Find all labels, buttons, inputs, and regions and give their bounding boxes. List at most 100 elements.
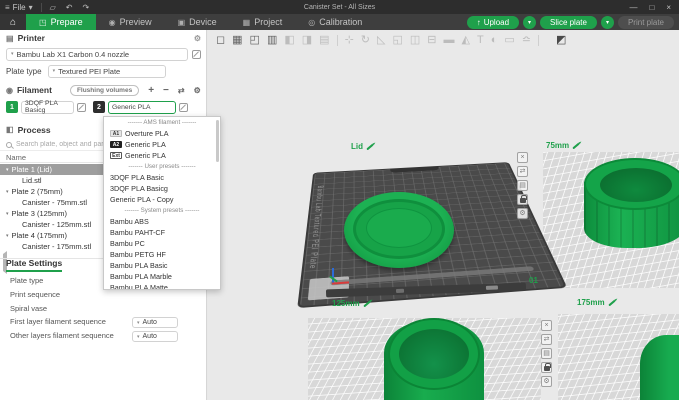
dropdown-item-bambu-paht-cf[interactable]: Bambu PAHT-CF [104, 227, 220, 238]
print-options-dropdown[interactable]: ▾ [601, 16, 614, 29]
dropdown-item-bambu-pla-marble[interactable]: Bambu PLA Marble [104, 271, 220, 282]
layers-icon[interactable]: ▤ [319, 33, 329, 47]
filament-1-name[interactable]: 3DQF PLA Basicg [21, 101, 74, 114]
first-layer-sequence-select[interactable]: ▾ Auto [132, 317, 178, 328]
other-layers-sequence-select[interactable]: ▾ Auto [132, 331, 178, 342]
edit-printer-icon[interactable] [192, 50, 201, 59]
tab-label: Prepare [51, 17, 83, 27]
plate-lock-icon[interactable] [541, 362, 552, 373]
paste-icon[interactable]: ◨ [302, 33, 312, 47]
file-menu[interactable]: ≡ File ▾ [0, 0, 38, 14]
printer-settings-gear-icon[interactable]: ⚙ [194, 34, 201, 43]
edit-plate-name-icon[interactable] [572, 142, 579, 149]
copy-icon[interactable]: ◧ [284, 33, 294, 47]
flatten-icon[interactable]: ◱ [392, 33, 402, 47]
text-tool-icon[interactable]: T [477, 33, 484, 47]
assembly-view-icon[interactable]: ◩ [556, 33, 566, 47]
new-project-button[interactable]: ▱ [45, 0, 61, 14]
split-objects-icon[interactable]: ◫ [410, 33, 420, 47]
dropdown-item-generic-pla-copy[interactable]: Generic PLA - Copy [104, 194, 220, 205]
flushing-volumes-button[interactable]: Flushing volumes [70, 85, 139, 96]
process-icon: ◧ [6, 125, 14, 134]
upload-button[interactable]: ↑ Upload [467, 16, 519, 29]
scale-icon[interactable]: ◺ [377, 33, 385, 47]
edit-filament-1-icon[interactable] [77, 103, 86, 112]
dropdown-scrollbar[interactable] [216, 120, 219, 162]
add-object-icon[interactable]: ◻ [216, 33, 225, 47]
tab-device[interactable]: ▣ Device [165, 14, 230, 30]
upload-icon: ↑ [477, 18, 481, 27]
undo-icon: ↶ [66, 3, 73, 12]
model-lid[interactable] [344, 192, 454, 268]
redo-button[interactable]: ↷ [77, 0, 94, 14]
mesh-boolean-icon[interactable]: ◭ [462, 33, 470, 47]
dropdown-item-generic-pla-a2[interactable]: A2 Generic PLA [104, 139, 220, 150]
edit-plate-name-icon[interactable] [363, 300, 370, 307]
plate-label-125mm[interactable]: 125mm [332, 299, 371, 308]
print-plate-button[interactable]: Print plate [618, 16, 674, 29]
dropdown-group-user: ------- User presets ------- [104, 161, 220, 172]
tab-project[interactable]: ▦ Project [230, 14, 296, 30]
paint-tool-icon[interactable]: ◐ [491, 33, 498, 47]
dropdown-item-overture-pla[interactable]: A1 Overture PLA [104, 128, 220, 139]
plate-type-select[interactable]: ▾ Textured PEI Plate [48, 65, 166, 78]
dropdown-item-generic-pla-ext[interactable]: Ext Generic PLA [104, 150, 220, 161]
rotate-icon[interactable]: ↻ [361, 33, 370, 47]
plate-label-75mm[interactable]: 75mm [546, 141, 580, 150]
slice-plate-label: Slice plate [550, 18, 587, 27]
arrange-icon[interactable]: ▥ [267, 33, 277, 47]
undo-button[interactable]: ↶ [61, 0, 78, 14]
dropdown-item-bambu-abs[interactable]: Bambu ABS [104, 216, 220, 227]
variable-layer-height-icon[interactable]: ▬ [444, 33, 455, 47]
dropdown-item-bambu-pla-basic[interactable]: Bambu PLA Basic [104, 260, 220, 271]
filament-settings-gear-icon[interactable]: ⚙ [194, 86, 201, 95]
tab-preview[interactable]: ◉ Preview [96, 14, 165, 30]
tab-prepare[interactable]: ◳ Prepare [26, 14, 96, 30]
move-icon[interactable]: ⊹ [345, 33, 354, 47]
close-button[interactable]: × [666, 3, 671, 12]
edit-plate-name-icon[interactable] [366, 143, 373, 150]
dropdown-item-3dqf-basicg[interactable]: 3DQF PLA Basicg [104, 183, 220, 194]
plate-settings-icon[interactable]: ▤ [541, 348, 552, 359]
auto-orient-icon[interactable]: ◰ [250, 33, 260, 47]
dropdown-item-bambu-pc[interactable]: Bambu PC [104, 238, 220, 249]
home-button[interactable]: ⌂ [0, 14, 26, 30]
plate-settings-icon[interactable]: ▤ [517, 180, 528, 191]
plate-arrange-icon[interactable]: ⇄ [517, 166, 528, 177]
edit-plate-name-icon[interactable] [608, 299, 615, 306]
sync-filament-icon[interactable]: ⇄ [178, 86, 185, 95]
filament-1-swatch[interactable]: 1 [6, 101, 18, 113]
plate-lock-icon[interactable] [517, 194, 528, 205]
dropdown-item-3dqf-basic[interactable]: 3DQF PLA Basic [104, 172, 220, 183]
dropdown-group-system: ------- System presets ------- [104, 205, 220, 216]
minimize-button[interactable]: — [629, 3, 637, 12]
model-canister-75mm-top [584, 158, 679, 210]
plate-label-175mm[interactable]: 175mm [577, 298, 616, 307]
dropdown-item-bambu-petg-hf[interactable]: Bambu PETG HF [104, 249, 220, 260]
filament-2-swatch[interactable]: 2 [93, 101, 105, 113]
plate-delete-icon[interactable]: × [517, 152, 528, 163]
plate-arrange-icon[interactable]: ⇄ [541, 334, 552, 345]
plate-delete-icon[interactable]: × [541, 320, 552, 331]
seam-tool-icon[interactable]: ▭ [504, 33, 514, 47]
plate-gear-icon[interactable]: ⚙ [541, 376, 552, 387]
support-tool-icon[interactable]: ≏ [522, 33, 531, 47]
add-filament-button[interactable]: + [148, 85, 154, 96]
split-parts-icon[interactable]: ⊟ [427, 33, 436, 47]
plate-label-lid[interactable]: Lid [351, 142, 374, 151]
plate-gear-icon[interactable]: ⚙ [517, 208, 528, 219]
slice-plate-button[interactable]: Slice plate [540, 16, 597, 29]
viewport-3d[interactable]: ◻ ▦ ◰ ▥ ◧ ◨ ▤ ⊹ ↻ ◺ ◱ ◫ ⊟ ▬ ◭ T ◐ ▭ ≏ ◩ … [208, 30, 679, 400]
dropdown-item-bambu-pla-matte[interactable]: Bambu PLA Matte [104, 282, 220, 290]
maximize-button[interactable]: □ [649, 3, 654, 12]
add-plate-icon[interactable]: ▦ [232, 33, 242, 47]
filament-2-select[interactable]: Generic PLA [108, 101, 176, 114]
model-canister-175mm[interactable] [640, 335, 679, 400]
slice-options-dropdown[interactable]: ▾ [523, 16, 536, 29]
tab-calibration[interactable]: ◎ Calibration [295, 14, 375, 30]
edit-filament-2-icon[interactable] [179, 103, 188, 112]
printer-section-header: ▤ Printer ⚙ [0, 31, 207, 45]
remove-filament-button[interactable]: − [163, 85, 169, 96]
canister-opening [399, 329, 469, 379]
printer-preset-select[interactable]: ▾ Bambu Lab X1 Carbon 0.4 nozzle [6, 48, 188, 61]
